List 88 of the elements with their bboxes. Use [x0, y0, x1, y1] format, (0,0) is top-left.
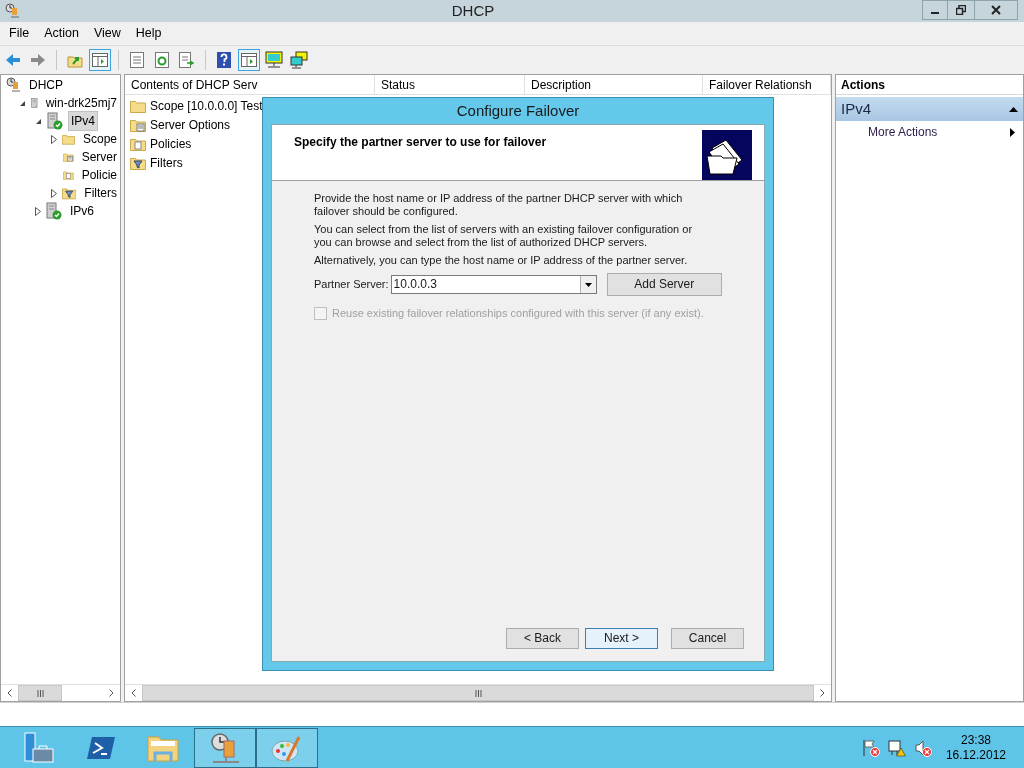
- actions-title: Actions: [841, 76, 885, 94]
- taskbar-button[interactable]: [256, 727, 318, 768]
- wizard-button[interactable]: Cancel: [671, 628, 744, 649]
- instruction-text: Alternatively, you can type the host name or IP address of the partner server.: [314, 254, 689, 267]
- tree-item[interactable]: Scope: [79, 129, 120, 149]
- dialog-heading: Specify the partner server to use for failover: [294, 134, 547, 151]
- folder-icon: [147, 733, 179, 762]
- scroll-right-button[interactable]: [814, 685, 831, 701]
- grip-icon: [474, 689, 482, 697]
- scroll-thumb[interactable]: [142, 685, 814, 701]
- column-header[interactable]: Failover Relationsh: [703, 75, 831, 94]
- partner-server-combobox[interactable]: 10.0.0.3: [390, 275, 597, 294]
- menu-item[interactable]: Action: [39, 24, 84, 43]
- menu-item[interactable]: Help: [130, 24, 167, 43]
- folder-page-icon: [63, 168, 74, 182]
- collapse-arrow-icon[interactable]: [19, 99, 26, 107]
- menu-item[interactable]: File: [4, 24, 35, 43]
- wizard-button[interactable]: Next >: [585, 628, 658, 649]
- tree-item[interactable]: IPv4: [68, 111, 98, 131]
- terminal-icon: [86, 734, 116, 761]
- wizard-button[interactable]: < Back: [506, 628, 579, 649]
- grip-icon: [36, 689, 44, 697]
- menu-item[interactable]: View: [88, 24, 126, 43]
- chevron-left-icon: [7, 689, 12, 697]
- list-item[interactable]: Filters: [150, 153, 183, 172]
- server-clock-icon: [5, 77, 21, 93]
- expand-arrow-icon[interactable]: [51, 188, 57, 198]
- window-title: DHCP: [451, 0, 495, 21]
- scroll-right-button[interactable]: [103, 685, 120, 701]
- minimize-button[interactable]: [922, 0, 948, 20]
- close-icon: [991, 5, 1001, 15]
- partner-server-label: Partner Server:: [314, 278, 389, 291]
- collapse-arrow-icon[interactable]: [35, 117, 42, 125]
- instruction-text: Provide the host name or IP address of the partner DHCP server with which failover should be configured.: [314, 192, 684, 218]
- folder-grid-icon: [63, 150, 74, 164]
- server-check-icon: [46, 202, 62, 220]
- expand-arrow-icon[interactable]: [35, 206, 41, 216]
- column-header[interactable]: Status: [375, 75, 525, 94]
- column-header[interactable]: Contents of DHCP Serv: [125, 75, 375, 94]
- speaker-muted-icon[interactable]: [913, 738, 932, 757]
- dialog-title: Configure Failover: [456, 100, 580, 121]
- dropdown-arrow-icon: [584, 282, 592, 287]
- instruction-text: You can select from the list of servers with an existing failover configuration or you can browse and select from the list of authorized DHCP servers.: [314, 223, 694, 249]
- tree-item[interactable]: IPv6: [67, 201, 97, 221]
- server-check-icon: [47, 112, 63, 130]
- monitor-icon[interactable]: [263, 48, 285, 71]
- folder-icon: [62, 132, 75, 146]
- scroll-thumb[interactable]: [18, 685, 62, 701]
- taskbar-button[interactable]: [194, 727, 256, 768]
- folder-grid-icon: [130, 117, 146, 132]
- scroll-left-button[interactable]: [125, 685, 142, 701]
- server-clock-icon: [209, 731, 241, 764]
- expand-arrow-icon[interactable]: [51, 134, 57, 144]
- checkbox-label: Reuse existing failover relationships configured with this server (if any exist).: [332, 307, 704, 320]
- tree-item[interactable]: Filters: [81, 183, 120, 203]
- chevron-left-icon: [131, 689, 136, 697]
- pane-toggle-icon[interactable]: [89, 48, 111, 71]
- tree-item[interactable]: win-drk25mj7: [42, 93, 120, 113]
- network-warning-icon[interactable]: [887, 738, 906, 757]
- action-link[interactable]: More Actions: [868, 123, 938, 141]
- tree-item[interactable]: Server: [78, 147, 120, 167]
- two-monitors-icon[interactable]: [288, 48, 310, 71]
- server-clock-icon: [4, 3, 20, 19]
- chevron-right-icon: [820, 689, 825, 697]
- pane-toggle-icon[interactable]: [238, 48, 260, 71]
- folder-funnel-icon: [62, 186, 77, 200]
- actions-section-header[interactable]: IPv4: [836, 97, 1023, 121]
- restore-button[interactable]: [948, 0, 974, 20]
- close-button[interactable]: [974, 0, 1018, 20]
- restore-icon: [956, 5, 966, 15]
- tree-item[interactable]: DHCP: [26, 75, 66, 95]
- list-item[interactable]: Policies: [150, 134, 192, 153]
- tree-item[interactable]: Policie: [78, 165, 120, 185]
- list-item[interactable]: Scope [10.0.0.0] Test: [150, 96, 263, 115]
- scroll-left-button[interactable]: [1, 685, 18, 701]
- list-item[interactable]: Server Options: [150, 115, 231, 134]
- chevron-right-icon: [109, 689, 114, 697]
- folder-funnel-icon: [130, 155, 146, 170]
- server-toolbox-icon: [23, 731, 55, 764]
- clock-date[interactable]: 16.12.2012: [945, 747, 1006, 763]
- minimize-icon: [931, 12, 939, 14]
- flag-error-icon[interactable]: [861, 738, 880, 757]
- clock-time[interactable]: 23:38: [960, 732, 991, 748]
- folder-icon: [130, 98, 146, 113]
- column-header[interactable]: Description: [525, 75, 703, 94]
- add-server-button[interactable]: Add Server: [606, 273, 722, 296]
- folder-page-icon: [130, 136, 146, 151]
- submenu-arrow-icon: [1010, 127, 1015, 137]
